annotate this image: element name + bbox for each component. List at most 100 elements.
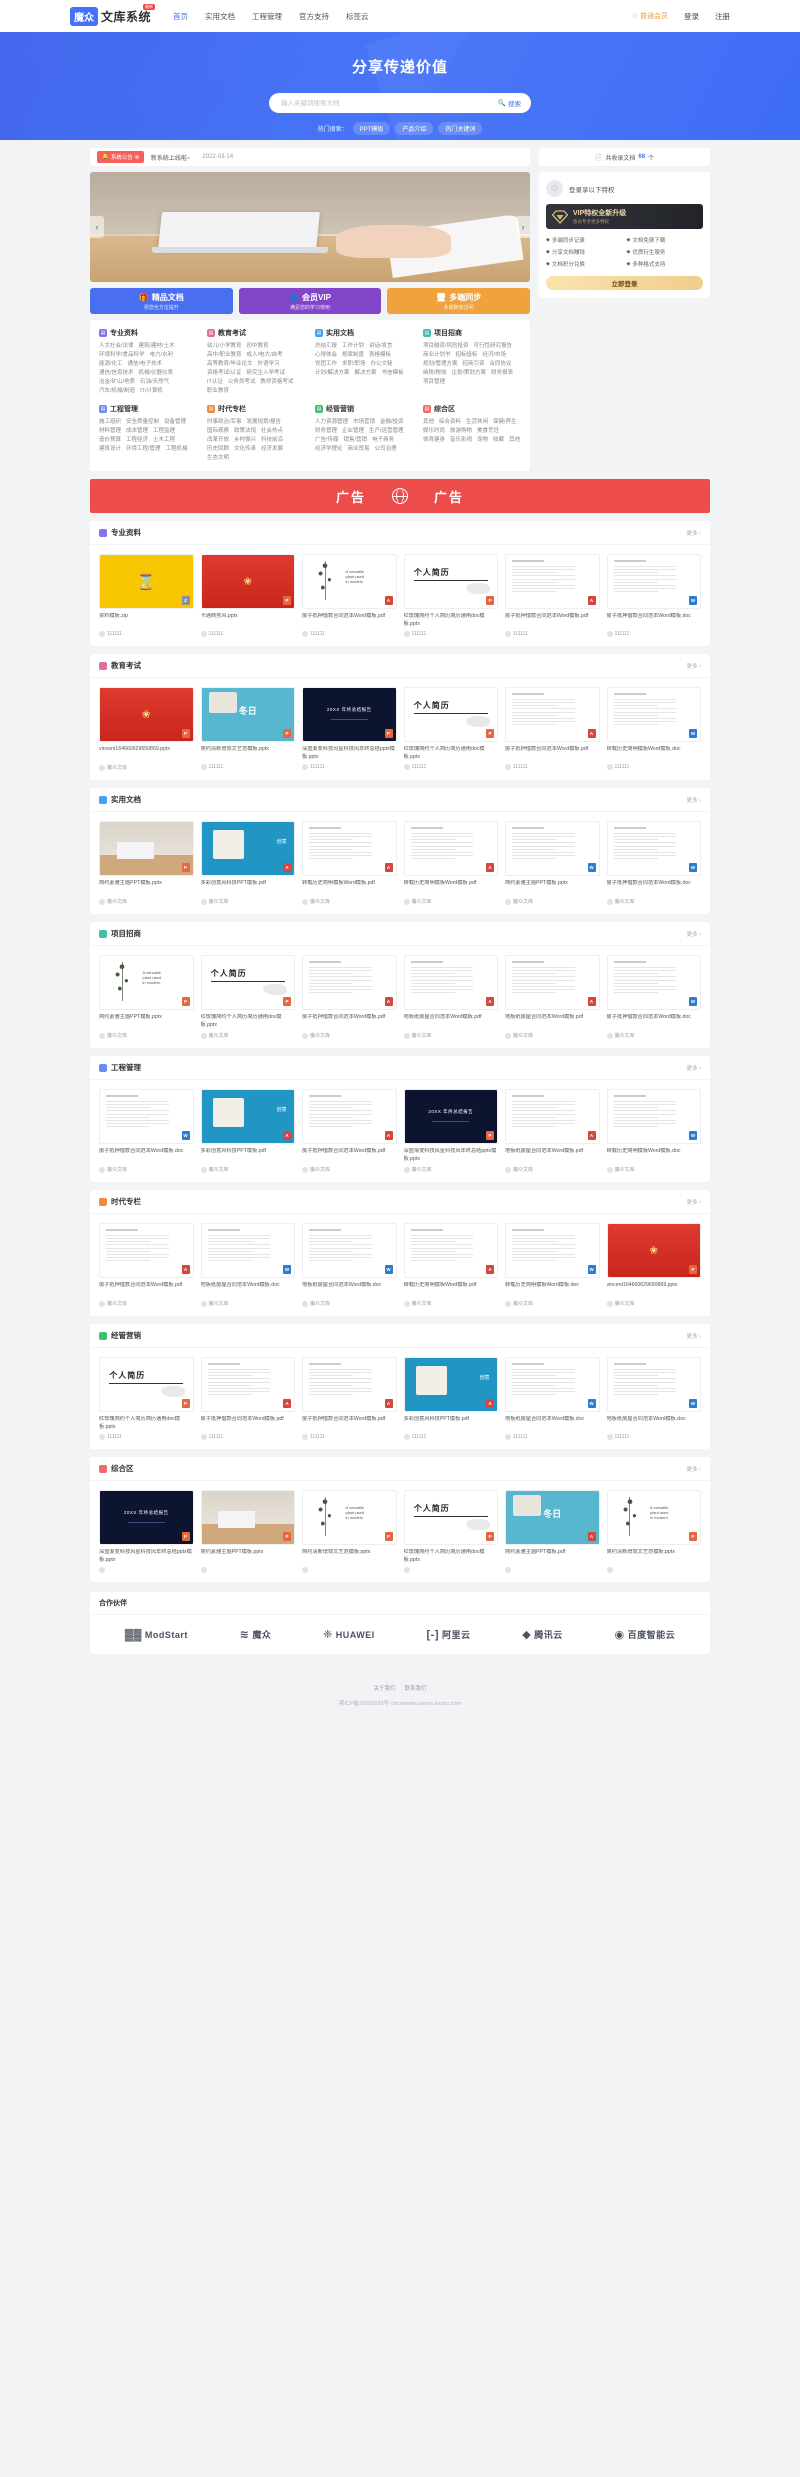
document-card[interactable]: A 房子抵押借款合同范本Word模板.pdf 111111 bbox=[200, 1357, 295, 1440]
search-input[interactable] bbox=[281, 99, 490, 107]
document-card[interactable]: A 房子抵押借款合同范本Word模板.pdf 魔众文库 bbox=[99, 1223, 194, 1307]
category-link[interactable]: 规划/管理方案 bbox=[423, 360, 458, 369]
category-link[interactable]: 心得体会 bbox=[315, 351, 337, 360]
document-card[interactable]: A 地板纸房屋合同范本Word模板.pdf 魔众文库 bbox=[505, 1089, 600, 1173]
document-card[interactable]: ❀ Pvincent164660629650869.pptx 魔众文库 bbox=[606, 1223, 701, 1307]
category-link[interactable]: 招商引资 bbox=[463, 360, 485, 369]
category-link[interactable]: 计划/解决方案 bbox=[315, 369, 350, 378]
category-link[interactable]: 娱乐时尚 bbox=[423, 427, 445, 436]
document-card[interactable]: W 地板纸房屋合同范本Word模板.doc 魔众文库 bbox=[302, 1223, 397, 1307]
category-link[interactable]: 收藏 bbox=[493, 436, 504, 445]
category-link[interactable]: 施工组织 bbox=[99, 418, 121, 427]
category-link[interactable]: 建筑/建材/土木 bbox=[139, 342, 175, 351]
nav-item-home[interactable]: 首页 bbox=[173, 11, 188, 22]
category-link[interactable]: 冶金/矿山/地质 bbox=[99, 378, 135, 387]
section-more-link[interactable]: 更多 › bbox=[687, 1198, 701, 1206]
category-link[interactable]: 成人/电大/自考 bbox=[247, 351, 283, 360]
partner-item[interactable]: ❈ HUAWEI bbox=[323, 1628, 375, 1641]
partner-item[interactable]: ≋ 魔众 bbox=[240, 1628, 272, 1641]
category-link[interactable]: 市场营销 bbox=[353, 418, 375, 427]
category-link[interactable]: 旅游购物 bbox=[450, 427, 472, 436]
document-card[interactable]: W 房子抵押借款合同范本Word模板.doc 魔众文库 bbox=[606, 821, 701, 905]
category-header[interactable]: ▤ 专业资料 bbox=[99, 328, 197, 338]
document-card[interactable]: A 房子抵押借款合同范本Word模板.pdf 111111 bbox=[302, 1357, 397, 1440]
category-link[interactable]: 综合资料 bbox=[439, 418, 461, 427]
category-link[interactable]: 其他 bbox=[509, 436, 520, 445]
document-card[interactable]: ⌛ Z 资料模板.zip 111111 bbox=[99, 554, 194, 637]
document-card[interactable]: A 房子抵押借款合同范本Word模板.pdf 111111 bbox=[505, 554, 600, 637]
document-card[interactable]: P 简约素雅主题PPT模板.pptx bbox=[200, 1490, 295, 1573]
category-link[interactable]: 电力/水利 bbox=[150, 351, 174, 360]
notice-text[interactable]: 新系统上线啦~ bbox=[151, 153, 191, 162]
category-link[interactable]: 体育健身 bbox=[423, 436, 445, 445]
category-link[interactable]: 通信/电子技术 bbox=[128, 360, 163, 369]
category-link[interactable]: 工程经济 bbox=[126, 436, 148, 445]
category-link[interactable]: 美食烹饪 bbox=[477, 427, 499, 436]
login-link[interactable]: 登录 bbox=[684, 11, 699, 22]
document-card[interactable]: W 房子抵押借款合同范本Word模板.doc 魔众文库 bbox=[606, 955, 701, 1039]
partner-item[interactable]: ▓▓ ModStart bbox=[125, 1629, 188, 1641]
advertisement-banner[interactable]: 广告 广告 bbox=[90, 479, 710, 513]
category-link[interactable]: 环境工程/管理 bbox=[126, 445, 161, 454]
section-more-link[interactable]: 更多 › bbox=[687, 529, 701, 537]
document-card[interactable]: A 转载历史简明模板Word模板.pdf 魔众文库 bbox=[302, 821, 397, 905]
document-card[interactable]: W 转载历史简明模板Word模板.doc 111111 bbox=[606, 687, 701, 771]
feature-multi-device-sync[interactable]: 🖥 多端同步 多端随意访问 bbox=[387, 288, 531, 314]
category-link[interactable]: 机械/仪器仪表 bbox=[139, 369, 174, 378]
category-link[interactable]: 人文社会/法律 bbox=[99, 342, 134, 351]
category-link[interactable]: 可行性研究报告 bbox=[474, 342, 513, 351]
category-link[interactable]: 安全质量控制 bbox=[126, 418, 159, 427]
category-link[interactable]: 时事政治/军事 bbox=[207, 418, 242, 427]
document-card[interactable]: W 地板纸房屋合同范本Word模板.doc 111111 bbox=[505, 1357, 600, 1440]
category-link[interactable]: 企划/策划方案 bbox=[452, 369, 487, 378]
category-link[interactable]: 解决方案 bbox=[355, 369, 377, 378]
category-link[interactable]: 纳税/税收 bbox=[423, 369, 447, 378]
footer-link-about[interactable]: 关于我们 bbox=[373, 1684, 395, 1692]
footer-link-contact[interactable]: 联系我们 bbox=[405, 1684, 427, 1692]
category-link[interactable]: 改革开放 bbox=[207, 436, 229, 445]
carousel-next-icon[interactable]: › bbox=[516, 216, 530, 238]
category-link[interactable]: 经济发展 bbox=[261, 445, 283, 454]
document-card[interactable]: W 转载历史简明模板Word模板.doc 魔众文库 bbox=[606, 1089, 701, 1173]
category-link[interactable]: 通信/信息技术 bbox=[99, 369, 134, 378]
category-link[interactable]: 合同协议 bbox=[490, 360, 512, 369]
document-card[interactable]: A 地板纸房屋合同范本Word模板.pdf 魔众文库 bbox=[505, 955, 600, 1039]
category-header[interactable]: ▤ 时代专栏 bbox=[207, 404, 305, 414]
category-link[interactable]: IT认证 bbox=[207, 378, 223, 387]
category-link[interactable]: 人力资源管理 bbox=[315, 418, 348, 427]
category-link[interactable]: 生活休闲 bbox=[466, 418, 488, 427]
nav-item-practical-docs[interactable]: 实用文档 bbox=[205, 11, 235, 22]
category-link[interactable]: 公务员考试 bbox=[228, 378, 256, 387]
hot-tag-keyword[interactable]: 热门关键词 bbox=[438, 122, 483, 135]
category-link[interactable]: 销售/营销 bbox=[344, 436, 368, 445]
category-link[interactable]: 发展规划/报告 bbox=[247, 418, 282, 427]
document-card[interactable]: A versatile plant used in modern P 简约清新增效文艺范… bbox=[606, 1490, 701, 1573]
category-link[interactable]: 工作计划 bbox=[342, 342, 364, 351]
nav-item-tag-cloud[interactable]: 标签云 bbox=[346, 11, 369, 22]
category-link[interactable]: 党团工作 bbox=[315, 360, 337, 369]
document-card[interactable]: ❀ P 卡通商务风.pptx 111111 bbox=[200, 554, 295, 637]
category-link[interactable]: 项目管理 bbox=[423, 378, 445, 387]
category-link[interactable]: 财务报表 bbox=[491, 369, 513, 378]
category-link[interactable]: IT/计算机 bbox=[140, 387, 163, 396]
category-link[interactable]: 公司治理 bbox=[375, 445, 397, 454]
section-more-link[interactable]: 更多 › bbox=[687, 1465, 701, 1473]
document-card[interactable]: A versatile plant used in modern P 简约素雅主题PPT… bbox=[99, 955, 194, 1039]
category-link[interactable]: 求职/职场 bbox=[342, 360, 366, 369]
document-card[interactable]: A 转载历史简明模板Word模板.pdf 魔众文库 bbox=[403, 821, 498, 905]
category-link[interactable]: 财务管理 bbox=[315, 427, 337, 436]
feature-premium-docs[interactable]: 🎁 精品文档 祝您全方位提升 bbox=[90, 288, 233, 314]
document-card[interactable]: 创意 A 多彩创意风科技PPT模板.pdf 魔众文库 bbox=[200, 821, 295, 905]
document-card[interactable]: 20XX 年终总结报告 P 深蓝渐变科技风星科技风年终总结pptx模板.pptx bbox=[99, 1490, 194, 1573]
document-card[interactable]: W 简约素雅主题PPT模板.pptx 魔众文库 bbox=[505, 821, 600, 905]
category-header[interactable]: ▤ 项目招商 bbox=[423, 328, 521, 338]
category-link[interactable]: 工程监理 bbox=[153, 427, 175, 436]
category-link[interactable]: 石油/天然气 bbox=[140, 378, 169, 387]
category-link[interactable]: 资格考试/认证 bbox=[207, 369, 242, 378]
category-link[interactable]: 建筑设计 bbox=[99, 445, 121, 454]
category-link[interactable]: 广告/传媒 bbox=[315, 436, 339, 445]
document-card[interactable]: W 转载历史简明模板Word模板.doc 魔众文库 bbox=[505, 1223, 600, 1307]
hot-tag-product[interactable]: 产品介绍 bbox=[395, 122, 434, 135]
section-more-link[interactable]: 更多 › bbox=[687, 930, 701, 938]
vip-upgrade-banner[interactable]: VIP特权全新升级 会员专享更多特权 bbox=[546, 204, 703, 229]
